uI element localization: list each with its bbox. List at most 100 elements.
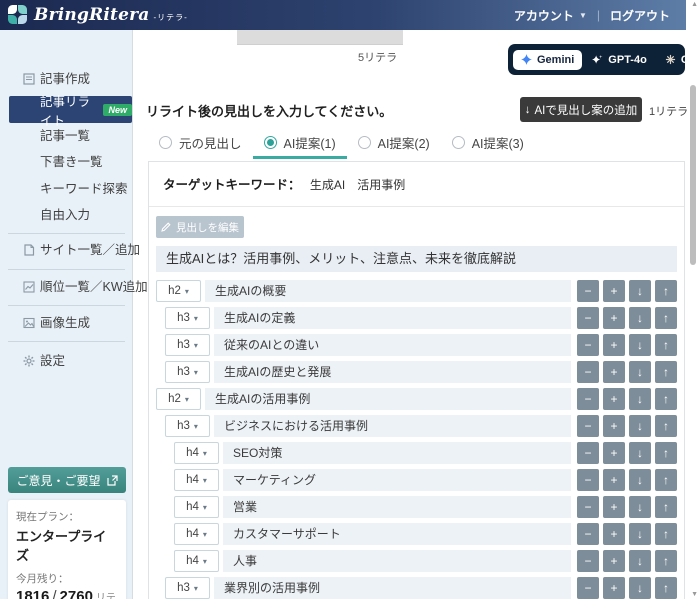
scrollbar-up-arrow[interactable]: ▲ — [691, 1, 698, 8]
move-up-button[interactable]: ↑ — [655, 496, 677, 518]
move-down-button[interactable]: ↓ — [629, 550, 651, 572]
move-down-button[interactable]: ↓ — [629, 496, 651, 518]
move-down-button[interactable]: ↓ — [629, 415, 651, 437]
move-down-button[interactable]: ↓ — [629, 442, 651, 464]
move-down-button[interactable]: ↓ — [629, 388, 651, 410]
heading-level-select[interactable]: h3▾ — [165, 334, 210, 356]
heading-text-input[interactable]: 生成AIの概要 — [205, 280, 571, 302]
edit-headings-button[interactable]: 見出しを編集 — [156, 216, 244, 238]
heading-row-actions: −+↓↑ — [577, 280, 677, 302]
tab-original-headings[interactable]: 元の見出し — [148, 128, 253, 159]
heading-text-input[interactable]: SEO対策 — [223, 442, 571, 464]
heading-text-input[interactable]: 生成AIの歴史と発展 — [214, 361, 571, 383]
remove-heading-button[interactable]: − — [577, 361, 599, 383]
add-heading-button[interactable]: + — [603, 361, 625, 383]
add-heading-button[interactable]: + — [603, 523, 625, 545]
remove-heading-button[interactable]: − — [577, 280, 599, 302]
tab-ai-suggestion-2[interactable]: AI提案(2) — [347, 128, 441, 159]
add-heading-button[interactable]: + — [603, 280, 625, 302]
add-heading-button[interactable]: + — [603, 334, 625, 356]
move-up-button[interactable]: ↑ — [655, 415, 677, 437]
scrollbar-thumb[interactable] — [690, 85, 696, 265]
remove-heading-button[interactable]: − — [577, 334, 599, 356]
sidebar-item-image-generate[interactable]: 画像生成 — [0, 313, 133, 333]
move-up-button[interactable]: ↑ — [655, 442, 677, 464]
add-heading-button[interactable]: + — [603, 550, 625, 572]
heading-text-input[interactable]: 生成AIの定義 — [214, 307, 571, 329]
add-heading-button[interactable]: + — [603, 442, 625, 464]
sidebar-item-rank-list[interactable]: 順位一覧／KW追加 — [0, 277, 133, 297]
heading-level-select[interactable]: h3▾ — [165, 307, 210, 329]
heading-text-input[interactable]: マーケティング — [223, 469, 571, 491]
move-up-button[interactable]: ↑ — [655, 307, 677, 329]
add-heading-button[interactable]: + — [603, 577, 625, 599]
add-heading-button[interactable]: + — [603, 388, 625, 410]
move-up-button[interactable]: ↑ — [655, 469, 677, 491]
move-down-button[interactable]: ↓ — [629, 307, 651, 329]
sidebar-item-settings[interactable]: 設定 — [0, 351, 133, 371]
heading-text-input[interactable]: カスタマーサポート — [223, 523, 571, 545]
heading-text-input[interactable]: 生成AIの活用事例 — [205, 388, 571, 410]
account-menu[interactable]: アカウント ▼ — [514, 7, 587, 24]
model-chip-gpt4o[interactable]: GPT-4o — [584, 50, 655, 70]
move-up-button[interactable]: ↑ — [655, 523, 677, 545]
heading-level-select[interactable]: h3▾ — [165, 577, 210, 599]
remove-heading-button[interactable]: − — [577, 469, 599, 491]
move-down-button[interactable]: ↓ — [629, 334, 651, 356]
ai-add-headings-button[interactable]: ↓ AIで見出し案の追加 — [520, 97, 642, 122]
remove-heading-button[interactable]: − — [577, 550, 599, 572]
heading-level-select[interactable]: h2▾ — [156, 280, 201, 302]
heading-text-input[interactable]: 人事 — [223, 550, 571, 572]
add-heading-button[interactable]: + — [603, 496, 625, 518]
logout-link[interactable]: ログアウト — [610, 7, 670, 24]
remove-heading-button[interactable]: − — [577, 388, 599, 410]
sidebar-item-article-rewrite[interactable]: 記事リライト New — [9, 96, 132, 123]
remove-heading-button[interactable]: − — [577, 442, 599, 464]
move-up-button[interactable]: ↑ — [655, 550, 677, 572]
move-up-button[interactable]: ↑ — [655, 280, 677, 302]
feedback-button[interactable]: ご意見・ご要望 — [8, 467, 126, 493]
move-down-button[interactable]: ↓ — [629, 523, 651, 545]
sidebar-item-article-create[interactable]: 記事作成 — [0, 69, 133, 89]
sidebar-item-keyword-search[interactable]: キーワード探索 — [0, 179, 133, 199]
move-up-button[interactable]: ↑ — [655, 388, 677, 410]
sidebar-item-drafts[interactable]: 下書き一覧 — [0, 152, 133, 172]
heading-text-input[interactable]: 従来のAIとの違い — [214, 334, 571, 356]
heading-text-input[interactable]: 業界別の活用事例 — [214, 577, 571, 599]
add-heading-button[interactable]: + — [603, 415, 625, 437]
remove-heading-button[interactable]: − — [577, 415, 599, 437]
remove-heading-button[interactable]: − — [577, 307, 599, 329]
scrollbar-down-arrow[interactable]: ▼ — [691, 591, 698, 598]
tab-ai-suggestion-3[interactable]: AI提案(3) — [441, 128, 535, 159]
tab-ai-suggestion-1[interactable]: AI提案(1) — [253, 128, 347, 159]
add-heading-button[interactable]: + — [603, 469, 625, 491]
brand-logo: BringRitera -リテラ- — [8, 5, 188, 25]
move-down-button[interactable]: ↓ — [629, 280, 651, 302]
heading-text-input[interactable]: ビジネスにおける活用事例 — [214, 415, 571, 437]
heading-level-select[interactable]: h4▾ — [174, 550, 219, 572]
scrolled-partial-button[interactable] — [237, 30, 403, 45]
move-down-button[interactable]: ↓ — [629, 577, 651, 599]
sidebar-item-article-list[interactable]: 記事一覧 — [0, 126, 133, 146]
heading-level-select[interactable]: h3▾ — [165, 415, 210, 437]
heading-text-input[interactable]: 営業 — [223, 496, 571, 518]
heading-level-select[interactable]: h3▾ — [165, 361, 210, 383]
heading-level-select[interactable]: h4▾ — [174, 523, 219, 545]
heading-level-select[interactable]: h2▾ — [156, 388, 201, 410]
heading-level-select[interactable]: h4▾ — [174, 496, 219, 518]
move-down-button[interactable]: ↓ — [629, 361, 651, 383]
sidebar-item-site-list[interactable]: サイト一覧／追加 — [0, 240, 133, 260]
remove-heading-button[interactable]: − — [577, 496, 599, 518]
remove-heading-button[interactable]: − — [577, 577, 599, 599]
sidebar-item-free-input[interactable]: 自由入力 — [0, 205, 133, 225]
add-heading-button[interactable]: + — [603, 307, 625, 329]
model-chip-claude[interactable]: Claude — [657, 50, 700, 70]
move-up-button[interactable]: ↑ — [655, 334, 677, 356]
heading-level-select[interactable]: h4▾ — [174, 469, 219, 491]
model-chip-gemini[interactable]: Gemini — [513, 50, 582, 70]
move-up-button[interactable]: ↑ — [655, 361, 677, 383]
heading-level-select[interactable]: h4▾ — [174, 442, 219, 464]
move-down-button[interactable]: ↓ — [629, 469, 651, 491]
move-up-button[interactable]: ↑ — [655, 577, 677, 599]
remove-heading-button[interactable]: − — [577, 523, 599, 545]
